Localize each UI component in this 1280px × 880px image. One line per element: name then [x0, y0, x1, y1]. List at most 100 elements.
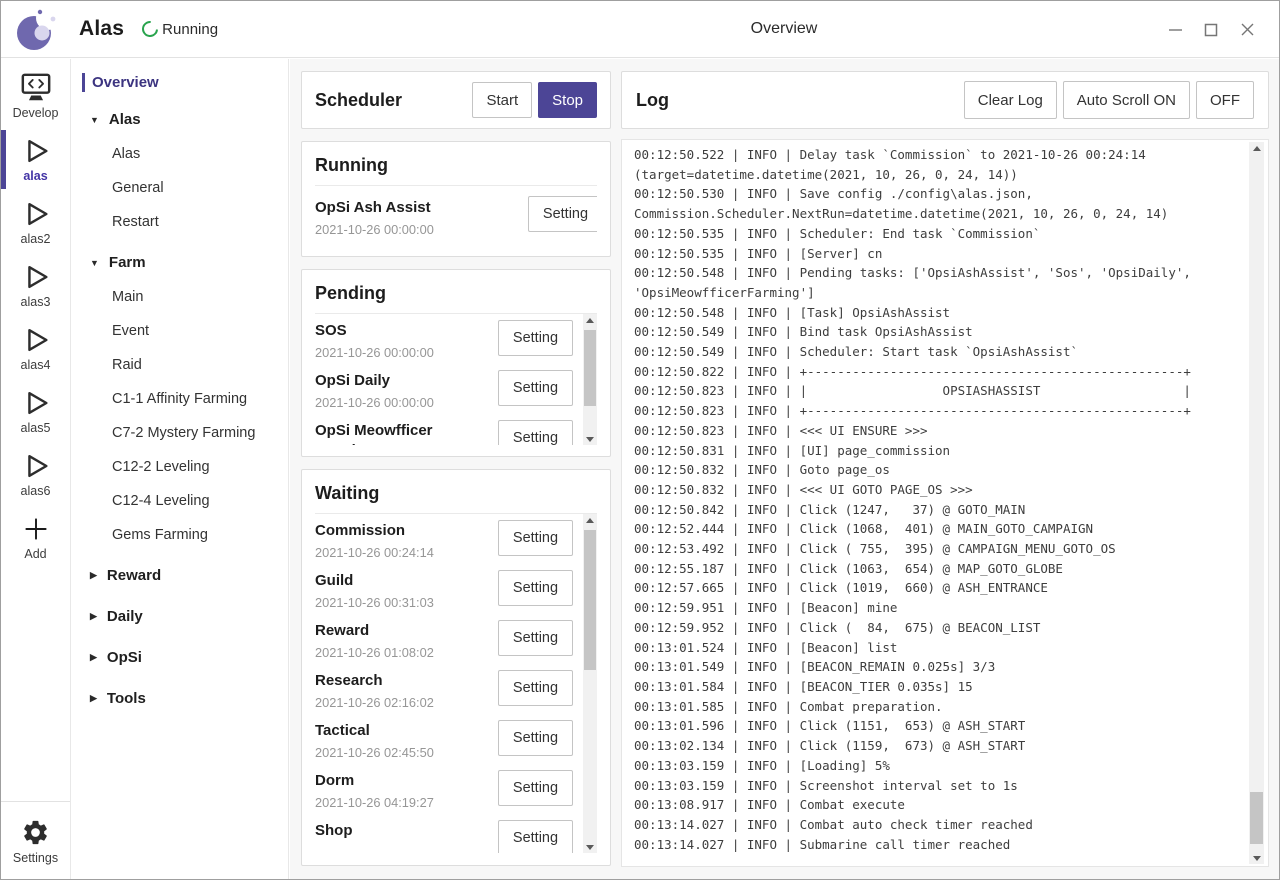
log-line: 00:12:50.549 | INFO | Scheduler: Start t… — [634, 342, 1244, 362]
auto-scroll-on-button[interactable]: Auto Scroll ON — [1063, 81, 1190, 119]
sidebar-group-alas[interactable]: ▼Alas — [72, 96, 288, 137]
sidebar-groups: ▼AlasAlasGeneralRestart▼FarmMainEventRai… — [72, 96, 288, 716]
task-name: Reward — [315, 621, 487, 641]
log-line: 00:12:50.548 | INFO | Pending tasks: ['O… — [634, 263, 1244, 283]
scroll-down-arrow[interactable] — [583, 841, 597, 853]
pending-task-rows: SOS2021-10-26 00:00:00SettingOpSi Daily2… — [315, 314, 575, 445]
scroll-thumb[interactable] — [584, 530, 596, 670]
rail-item-settings[interactable]: Settings — [13, 810, 58, 873]
log-line: 00:13:01.584 | INFO | [BEACON_TIER 0.035… — [634, 677, 1244, 697]
sidebar-group-daily[interactable]: ▶Daily — [72, 593, 288, 634]
sidebar-item-label: Overview — [92, 74, 159, 91]
app-window: Alas Running Overview Developalas alas2 al… — [0, 0, 1280, 880]
start-button[interactable]: Start — [472, 82, 532, 118]
task-setting-button[interactable]: Setting — [498, 820, 573, 853]
task-setting-button[interactable]: Setting — [528, 196, 597, 232]
task-setting-button[interactable]: Setting — [498, 670, 573, 706]
rail-item-develop[interactable]: Develop — [1, 65, 70, 128]
task-setting-button[interactable]: Setting — [498, 620, 573, 656]
rail-item-alas4[interactable]: alas4 — [1, 317, 70, 380]
task-name: SOS — [315, 321, 487, 341]
pending-scrollbar[interactable] — [583, 314, 597, 445]
log-line: 00:12:53.492 | INFO | Click ( 755, 395) … — [634, 539, 1244, 559]
log-line: 00:12:50.832 | INFO | Goto page_os — [634, 460, 1244, 480]
sidebar-item-alas[interactable]: Alas — [72, 137, 288, 171]
titlebar: Alas Running Overview — [1, 1, 1279, 58]
develop-icon — [20, 71, 52, 104]
waiting-scrollbar[interactable] — [583, 514, 597, 853]
running-title: Running — [315, 155, 597, 176]
main-content: Scheduler Start Stop Running OpSi Ash As… — [290, 59, 1279, 879]
scroll-down-arrow[interactable] — [583, 433, 597, 445]
scroll-down-arrow[interactable] — [1249, 852, 1264, 864]
triangle-down-icon: ▼ — [90, 258, 99, 268]
log-line: 'OpsiMeowfficerFarming'] — [634, 283, 1244, 303]
log-line: 00:13:01.549 | INFO | [BEACON_REMAIN 0.0… — [634, 657, 1244, 677]
sidebar-item-raid[interactable]: Raid — [72, 348, 288, 382]
sidebar-group-tools[interactable]: ▶Tools — [72, 675, 288, 716]
scroll-up-arrow[interactable] — [583, 314, 597, 326]
task-setting-button[interactable]: Setting — [498, 420, 573, 445]
sidebar-item-overview[interactable]: Overview — [82, 73, 288, 92]
minimize-button[interactable] — [1157, 12, 1193, 48]
scroll-thumb[interactable] — [1250, 792, 1263, 844]
rail-item-alas5[interactable]: alas5 — [1, 380, 70, 443]
task-row-research: Research2021-10-26 02:16:02Setting — [315, 664, 575, 714]
minimize-icon — [1169, 23, 1182, 36]
sidebar-item-restart[interactable]: Restart — [72, 205, 288, 239]
clear-log-button[interactable]: Clear Log — [964, 81, 1057, 119]
scheduler-buttons: Start Stop — [472, 82, 597, 118]
rail-item-alas6[interactable]: alas6 — [1, 443, 70, 506]
rail-item-alas[interactable]: alas — [1, 128, 70, 191]
rail-item-label: alas2 — [21, 232, 51, 246]
task-setting-button[interactable]: Setting — [498, 570, 573, 606]
task-name: Commission — [315, 521, 487, 541]
sidebar-item-c1-1-affinity-farming[interactable]: C1-1 Affinity Farming — [72, 382, 288, 416]
sidebar-group-label: Reward — [107, 567, 161, 584]
task-setting-button[interactable]: Setting — [498, 370, 573, 406]
task-setting-button[interactable]: Setting — [498, 770, 573, 806]
sidebar-item-main[interactable]: Main — [72, 280, 288, 314]
auto-scroll-off-button[interactable]: OFF — [1196, 81, 1254, 119]
task-setting-button[interactable]: Setting — [498, 720, 573, 756]
log-line: 00:13:08.917 | INFO | Combat execute — [634, 795, 1244, 815]
rail-item-alas3[interactable]: alas3 — [1, 254, 70, 317]
rail-item-alas2[interactable]: alas2 — [1, 191, 70, 254]
sidebar-item-c7-2-mystery-farming[interactable]: C7-2 Mystery Farming — [72, 416, 288, 450]
sidebar-item-general[interactable]: General — [72, 171, 288, 205]
sidebar-item-c12-4-leveling[interactable]: C12-4 Leveling — [72, 484, 288, 518]
log-line: 00:13:01.596 | INFO | Click (1151, 653) … — [634, 716, 1244, 736]
rail-bottom: Settings — [1, 801, 70, 873]
log-line: 00:12:50.522 | INFO | Delay task `Commis… — [634, 145, 1244, 165]
rail-item-add[interactable]: Add — [1, 506, 70, 569]
scroll-up-arrow[interactable] — [583, 514, 597, 526]
sidebar-group-reward[interactable]: ▶Reward — [72, 552, 288, 593]
maximize-button[interactable] — [1193, 12, 1229, 48]
log-line: Commission.Scheduler.NextRun=datetime.da… — [634, 204, 1244, 224]
sidebar-group-farm[interactable]: ▼Farm — [72, 239, 288, 280]
task-setting-button[interactable]: Setting — [498, 520, 573, 556]
task-row-dorm: Dorm2021-10-26 04:19:27Setting — [315, 764, 575, 814]
task-setting-button[interactable]: Setting — [498, 320, 573, 356]
sidebar-item-c12-2-leveling[interactable]: C12-2 Leveling — [72, 450, 288, 484]
rail-item-label: Add — [24, 547, 46, 561]
log-line: 00:12:55.187 | INFO | Click (1063, 654) … — [634, 559, 1244, 579]
log-line: 00:13:01.524 | INFO | [Beacon] list — [634, 638, 1244, 658]
sidebar-item-event[interactable]: Event — [72, 314, 288, 348]
log-line: 00:12:50.549 | INFO | Bind task OpsiAshA… — [634, 322, 1244, 342]
log-line: 00:13:14.027 | INFO | Submarine call tim… — [634, 835, 1244, 855]
scroll-up-arrow[interactable] — [1249, 142, 1264, 154]
task-name: Dorm — [315, 771, 487, 791]
maximize-icon — [1204, 23, 1218, 37]
waiting-task-rows: Commission2021-10-26 00:24:14SettingGuil… — [315, 514, 575, 853]
scheduler-status: Running — [142, 21, 218, 38]
sidebar-item-gems-farming[interactable]: Gems Farming — [72, 518, 288, 552]
log-line: 00:13:02.134 | INFO | Click (1159, 673) … — [634, 736, 1244, 756]
close-button[interactable] — [1229, 12, 1265, 48]
stop-button[interactable]: Stop — [538, 82, 597, 118]
sidebar-group-opsi[interactable]: ▶OpSi — [72, 634, 288, 675]
log-scrollbar[interactable] — [1249, 142, 1264, 864]
scroll-thumb[interactable] — [584, 330, 596, 406]
play-icon — [21, 386, 51, 419]
gear-icon — [21, 816, 50, 849]
